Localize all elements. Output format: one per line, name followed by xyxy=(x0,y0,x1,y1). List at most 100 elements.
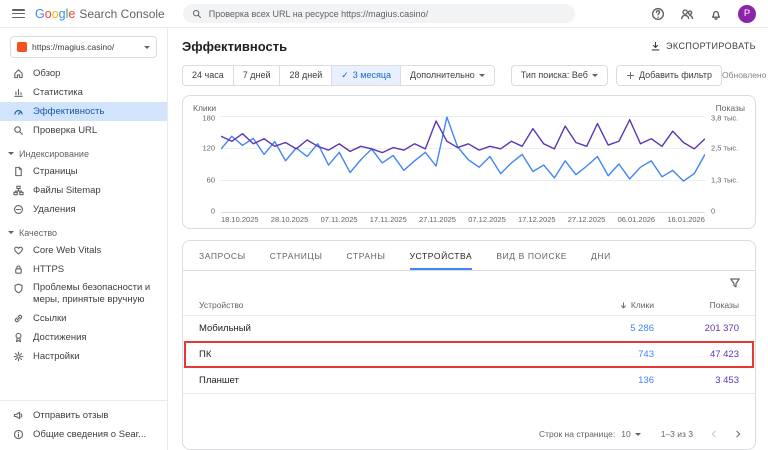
pagination-range: 1–3 из 3 xyxy=(661,429,693,439)
date-range-7d[interactable]: 7 дней xyxy=(233,65,281,86)
dimensions-table-card: ЗАПРОСЫ СТРАНИЦЫ СТРАНЫ УСТРОЙСТВА ВИД В… xyxy=(182,240,756,450)
app-logo[interactable]: Google Search Console xyxy=(35,7,165,21)
sidebar-item-https[interactable]: HTTPS xyxy=(0,260,167,279)
sidebar-item-sitemaps[interactable]: Файлы Sitemap xyxy=(0,181,167,200)
bar-chart-icon xyxy=(13,87,24,98)
remove-circle-icon xyxy=(13,204,24,215)
table-row-tablet[interactable]: Планшет 136 3 453 xyxy=(183,368,755,394)
date-range-28d[interactable]: 28 дней xyxy=(279,65,332,86)
tab-dates[interactable]: ДНИ xyxy=(591,241,611,270)
export-button[interactable]: ЭКСПОРТИРОВАТЬ xyxy=(650,41,756,52)
filter-funnel-icon[interactable] xyxy=(729,277,741,289)
x-tick: 07.11.2025 xyxy=(321,215,358,224)
column-impressions[interactable]: Показы xyxy=(654,300,739,310)
device-cell: Планшет xyxy=(199,375,559,386)
sidebar-section-experience[interactable]: Качество xyxy=(0,224,167,241)
tab-pages[interactable]: СТРАНИЦЫ xyxy=(270,241,323,270)
sidebar-item-core-web-vitals[interactable]: Core Web Vitals xyxy=(0,241,167,260)
sort-descending-icon xyxy=(619,301,628,310)
topbar-actions: P xyxy=(651,5,756,23)
check-icon: ✓ xyxy=(341,70,349,81)
export-label: ЭКСПОРТИРОВАТЬ xyxy=(666,41,756,51)
section-label: Качество xyxy=(19,228,57,238)
left-y-axis: 180 120 60 0 xyxy=(193,116,215,212)
line-chart xyxy=(221,116,705,212)
notifications-bell-icon[interactable] xyxy=(709,7,723,21)
clicks-cell: 743 xyxy=(559,349,654,360)
y-tick: 2,5 тыс. xyxy=(711,143,738,152)
search-type-filter[interactable]: Тип поиска: Веб xyxy=(511,65,608,86)
column-clicks[interactable]: Клики xyxy=(559,300,654,310)
lock-icon xyxy=(13,264,24,275)
sidebar-item-label: Достижения xyxy=(33,332,87,343)
logo-letter: g xyxy=(59,7,66,21)
sidebar-item-url-inspection[interactable]: Проверка URL xyxy=(0,121,167,140)
date-range-group: 24 часа 7 дней 28 дней ✓3 месяца Дополни… xyxy=(182,65,495,86)
accounts-icon[interactable] xyxy=(680,7,694,21)
sidebar-item-about-search[interactable]: Общие сведения о Sear... xyxy=(0,425,167,444)
sidebar-item-security-manual-actions[interactable]: Проблемы безопасности и меры, принятые в… xyxy=(0,279,167,309)
table-row-desktop[interactable]: ПК 743 47 423 xyxy=(183,342,755,368)
info-icon xyxy=(13,429,24,440)
sidebar-item-links[interactable]: Ссылки xyxy=(0,309,167,328)
sidebar-item-removals[interactable]: Удаления xyxy=(0,200,167,219)
column-device[interactable]: Устройство xyxy=(199,300,559,310)
rows-per-page-value: 10 xyxy=(621,429,630,439)
right-y-axis: 3,8 тыс. 2,5 тыс. 1,3 тыс. 0 xyxy=(711,116,745,212)
sidebar-item-label: Проверка URL xyxy=(33,125,97,136)
chart-plot-area[interactable] xyxy=(221,116,705,212)
sidebar-item-performance[interactable]: Эффективность xyxy=(0,102,167,121)
user-avatar[interactable]: P xyxy=(738,5,756,23)
magnifier-icon xyxy=(13,125,24,136)
date-range-more-button[interactable]: Дополнительно xyxy=(400,65,495,86)
y-tick: 3,8 тыс. xyxy=(711,113,738,122)
sidebar-item-overview[interactable]: Обзор xyxy=(0,64,167,83)
sidebar-item-label: Страницы xyxy=(33,166,78,177)
help-icon[interactable] xyxy=(651,7,665,21)
sidebar-item-send-feedback[interactable]: Отправить отзыв xyxy=(0,406,167,425)
sidebar-item-achievements[interactable]: Достижения xyxy=(0,328,167,347)
tab-queries[interactable]: ЗАПРОСЫ xyxy=(199,241,246,270)
search-input[interactable] xyxy=(209,9,566,19)
menu-icon[interactable] xyxy=(12,9,25,18)
add-filter-button[interactable]: Добавить фильтр xyxy=(616,65,722,86)
page-title: Эффективность xyxy=(182,39,287,54)
chip-label: 28 дней xyxy=(289,70,322,80)
section-label: Индексирование xyxy=(19,149,89,159)
impressions-cell: 201 370 xyxy=(654,323,739,334)
sidebar-item-pages[interactable]: Страницы xyxy=(0,162,167,181)
next-page-icon[interactable] xyxy=(733,429,743,439)
property-selector[interactable]: https://magius.casino/ xyxy=(10,36,157,58)
chart-line-impressions xyxy=(221,120,705,153)
url-inspection-searchbar[interactable] xyxy=(183,4,575,23)
sidebar-section-indexing[interactable]: Индексирование xyxy=(0,145,167,162)
device-cell: Мобильный xyxy=(199,323,559,334)
sidebar-item-label: Ссылки xyxy=(33,313,66,324)
tab-devices[interactable]: УСТРОЙСТВА xyxy=(410,241,473,270)
tab-countries[interactable]: СТРАНЫ xyxy=(346,241,385,270)
link-icon xyxy=(13,313,24,324)
x-tick: 27.11.2025 xyxy=(419,215,456,224)
rows-per-page-select[interactable]: 10 xyxy=(621,429,640,439)
table-row-mobile[interactable]: Мобильный 5 286 201 370 xyxy=(183,316,755,342)
sidebar-item-label: Файлы Sitemap xyxy=(33,185,101,196)
tab-search-appearance[interactable]: ВИД В ПОИСКЕ xyxy=(496,241,567,270)
chip-label: Дополнительно xyxy=(410,70,475,80)
logo-letter: o xyxy=(52,7,59,21)
x-tick: 28.10.2025 xyxy=(271,215,309,224)
x-tick: 17.12.2025 xyxy=(518,215,556,224)
sidebar-item-settings[interactable]: Настройки xyxy=(0,347,167,366)
impressions-cell: 47 423 xyxy=(654,349,739,360)
y-tick: 180 xyxy=(202,113,215,122)
download-icon xyxy=(650,41,661,52)
y-tick: 60 xyxy=(207,176,215,185)
sidebar-item-insights[interactable]: Статистика xyxy=(0,83,167,102)
previous-page-icon[interactable] xyxy=(709,429,719,439)
performance-chart-card: Клики Показы 180 120 60 0 3, xyxy=(182,95,756,229)
logo-letter: o xyxy=(45,7,52,21)
date-range-3m-selected[interactable]: ✓3 месяца xyxy=(331,65,401,86)
clicks-cell: 136 xyxy=(559,375,654,386)
impressions-axis-label: Показы xyxy=(716,103,745,113)
date-range-24h[interactable]: 24 часа xyxy=(182,65,234,86)
chip-label: Тип поиска: Веб xyxy=(521,70,588,80)
